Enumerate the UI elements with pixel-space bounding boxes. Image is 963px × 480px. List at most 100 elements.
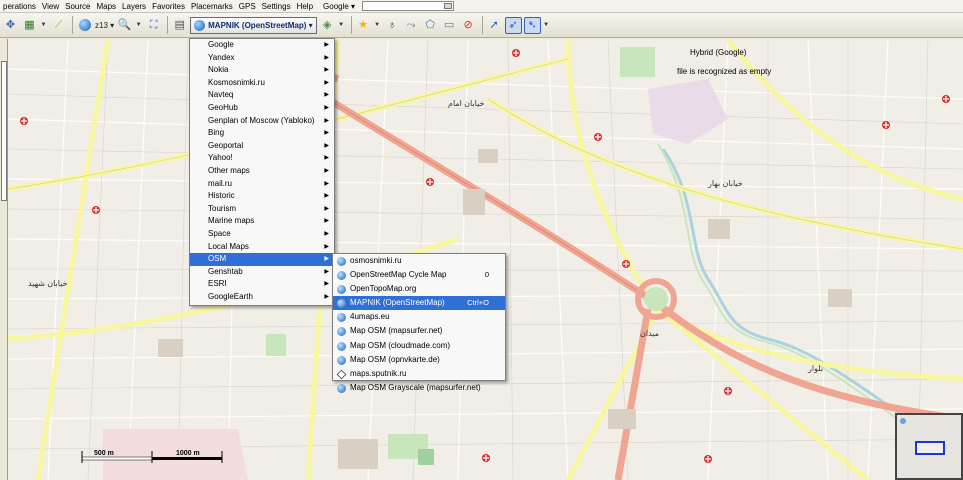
menu-item-label: Local Maps <box>208 241 249 251</box>
menu-layers[interactable]: Layers <box>119 0 149 13</box>
menu-item-navteq[interactable]: Navteq ▶ <box>190 89 334 102</box>
hybrid-layer-label: Hybrid (Google) <box>690 48 747 57</box>
menu-item-label: MAPNIK (OpenStreetMap) <box>350 298 445 308</box>
select-area-icon[interactable]: ▦ <box>21 17 38 34</box>
shortcut-label: 0 <box>484 270 489 280</box>
osm-item-grayscale[interactable]: Map OSM Grayscale (mapsurfer.net) <box>333 381 505 395</box>
menu-settings[interactable]: Settings <box>259 0 294 13</box>
map-source-icon[interactable]: ▤ <box>171 17 188 34</box>
menu-help[interactable]: Help <box>294 0 316 13</box>
submenu-arrow-icon: ▶ <box>324 281 329 288</box>
layers-icon[interactable]: ◈ <box>319 17 336 34</box>
gps-dropdown-icon[interactable]: ▼ <box>543 17 550 34</box>
menu-item-local-maps[interactable]: Local Maps ▶ <box>190 241 334 254</box>
menu-item-kosmosnimki[interactable]: Kosmosnimki.ru ▶ <box>190 77 334 90</box>
zoom-level-dropdown[interactable]: z13 ▾ <box>95 21 114 30</box>
menu-item-geohub[interactable]: GeoHub ▶ <box>190 102 334 115</box>
scale-label-500: 500 m <box>94 450 114 457</box>
menu-source[interactable]: Source <box>62 0 93 13</box>
menu-item-osm[interactable]: OSM ▶ <box>190 253 334 266</box>
osm-item-cloudmade[interactable]: Map OSM (cloudmade.com) <box>333 339 505 353</box>
menu-item-genshtab[interactable]: Genshtab ▶ <box>190 266 334 279</box>
move-tool-icon[interactable]: ✥ <box>2 17 19 34</box>
menu-item-label: OpenTopoMap.org <box>350 284 417 294</box>
menu-item-marine-maps[interactable]: Marine maps ▶ <box>190 215 334 228</box>
osm-item-osmosnimki[interactable]: osmosnimki.ru <box>333 254 505 268</box>
menu-item-label: Other maps <box>208 165 250 175</box>
placemark-icon[interactable]: ♁ <box>384 17 401 34</box>
submenu-arrow-icon: ▶ <box>324 155 329 162</box>
menu-item-google-earth[interactable]: GoogleEarth ▶ <box>190 291 334 304</box>
street-label: خیابان امام <box>448 99 485 108</box>
menu-item-google[interactable]: Google ▶ <box>190 39 334 52</box>
menu-item-label: Genplan of Moscow (Yabloko) <box>208 115 315 125</box>
menu-item-bing[interactable]: Bing ▶ <box>190 127 334 140</box>
ruler-icon[interactable]: ⟋ <box>50 17 67 34</box>
menu-item-label: GoogleEarth <box>208 291 253 301</box>
menu-item-genplan-moscow[interactable]: Genplan of Moscow (Yabloko) ▶ <box>190 115 334 128</box>
osm-item-mapsurfer[interactable]: Map OSM (mapsurfer.net) <box>333 324 505 338</box>
osm-item-sputnik[interactable]: maps.sputnik.ru <box>333 367 505 381</box>
menu-item-nokia[interactable]: Nokia ▶ <box>190 64 334 77</box>
globe-icon <box>337 341 346 351</box>
comment-icon[interactable]: ▭ <box>441 17 458 34</box>
submenu-arrow-icon: ▶ <box>324 268 329 275</box>
polygon-icon[interactable]: ⬠ <box>422 17 439 34</box>
map-type-dropdown[interactable]: MAPNIK (OpenStreetMap) ▾ <box>190 16 317 34</box>
menu-gps[interactable]: GPS <box>236 0 259 13</box>
toolbar-separator <box>481 16 483 34</box>
select-area-dropdown-icon[interactable]: ▼ <box>40 17 47 34</box>
menu-item-historic[interactable]: Historic ▶ <box>190 190 334 203</box>
search-provider-dropdown[interactable]: Google ▾ <box>320 0 358 13</box>
delete-icon[interactable]: ⊘ <box>460 17 477 34</box>
menu-operations[interactable]: perations <box>0 0 39 13</box>
overview-minimap[interactable] <box>895 413 963 480</box>
shortcut-label: Ctrl+O <box>467 298 489 308</box>
toolbar-separator <box>72 16 73 34</box>
menu-item-label: Nokia <box>208 65 229 75</box>
menu-item-esri[interactable]: ESRI ▶ <box>190 278 334 291</box>
menu-placemarks[interactable]: Placemarks <box>188 0 236 13</box>
gps-track-icon[interactable]: ➶ <box>504 16 522 34</box>
globe-icon <box>337 313 346 323</box>
osm-item-4umaps[interactable]: 4umaps.eu <box>333 310 505 324</box>
street-label: خیابان بهار <box>708 179 743 188</box>
submenu-arrow-icon: ▶ <box>324 180 329 187</box>
globe-icon <box>337 355 346 365</box>
favorites-star-icon[interactable]: ★ <box>355 17 372 34</box>
menu-item-yahoo[interactable]: Yahoo! ▶ <box>190 152 334 165</box>
menu-item-yandex[interactable]: Yandex ▶ <box>190 52 334 65</box>
menu-item-label: Yahoo! <box>208 153 233 163</box>
menu-item-geoportal[interactable]: Geoportal ▶ <box>190 140 334 153</box>
osm-item-opnvkarte[interactable]: Map OSM (opnvkarte.de) <box>333 353 505 367</box>
submenu-arrow-icon: ▶ <box>324 142 329 149</box>
menu-item-mailru[interactable]: mail.ru ▶ <box>190 178 334 191</box>
menu-item-space[interactable]: Space ▶ <box>190 228 334 241</box>
gps-center-icon[interactable]: ➴ <box>523 16 541 34</box>
globe-icon <box>337 271 346 281</box>
zoom-globe-icon[interactable] <box>76 17 93 34</box>
search-go-button[interactable] <box>444 3 453 9</box>
zoom-magnifier-icon[interactable]: 🔍 <box>116 17 133 34</box>
menu-item-label: Space <box>208 228 231 238</box>
menu-item-tourism[interactable]: Tourism ▶ <box>190 203 334 216</box>
favorites-dropdown-icon[interactable]: ▼ <box>374 17 381 34</box>
globe-icon <box>337 383 346 393</box>
menu-favorites[interactable]: Favorites <box>149 0 188 13</box>
menu-maps[interactable]: Maps <box>93 0 119 13</box>
osm-item-opentopomap[interactable]: OpenTopoMap.org <box>333 282 505 296</box>
osm-item-cycle-map[interactable]: OpenStreetMap Cycle Map 0 <box>333 268 505 282</box>
menu-item-other-maps[interactable]: Other maps ▶ <box>190 165 334 178</box>
layers-dropdown-icon[interactable]: ▼ <box>338 17 345 34</box>
path-icon[interactable]: ⤳ <box>403 17 420 34</box>
osm-item-mapnik[interactable]: MAPNIK (OpenStreetMap) Ctrl+O <box>333 296 505 311</box>
zoom-dropdown-icon[interactable]: ▼ <box>135 17 142 34</box>
menu-view[interactable]: View <box>39 0 62 13</box>
map-source-menu: Google ▶ Yandex ▶ Nokia ▶ Kosmosnimki.ru ▶ N… <box>189 38 335 306</box>
fullscreen-icon[interactable]: ⛶ <box>145 17 162 34</box>
gps-icon[interactable]: ➚ <box>486 17 503 34</box>
minimap-viewport-frame[interactable] <box>915 441 945 455</box>
menu-bar: perations View Source Maps Layers Favori… <box>0 0 963 13</box>
search-input[interactable] <box>362 1 455 11</box>
minimap-settings-icon[interactable] <box>900 418 906 424</box>
